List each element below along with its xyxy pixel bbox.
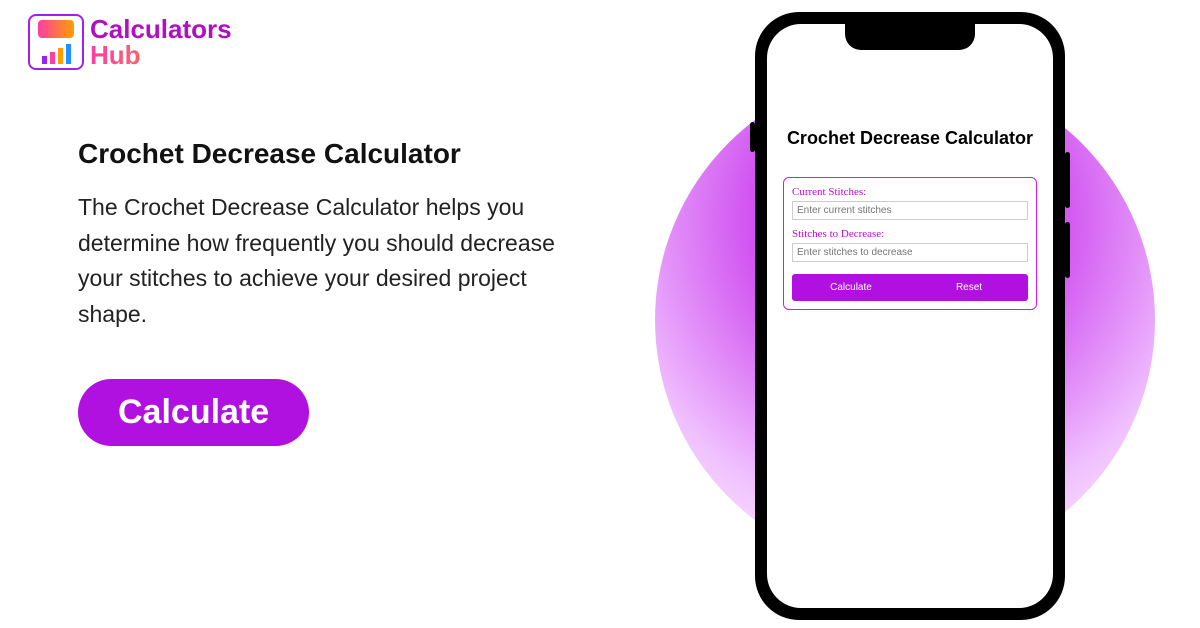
form-reset-button[interactable]: Reset	[910, 274, 1028, 301]
stitches-decrease-label: Stitches to Decrease:	[792, 228, 1028, 240]
logo-icon	[28, 14, 84, 70]
logo-line2: Hub	[90, 42, 232, 68]
form-button-row: Calculate Reset	[792, 274, 1028, 301]
app-title: Crochet Decrease Calculator	[783, 128, 1037, 149]
phone-mockup: Crochet Decrease Calculator Current Stit…	[755, 12, 1065, 620]
stitches-decrease-input[interactable]	[792, 243, 1028, 262]
phone-side-button	[750, 122, 755, 152]
phone-side-button	[1065, 222, 1070, 278]
main-content: Crochet Decrease Calculator The Crochet …	[78, 138, 598, 446]
current-stitches-label: Current Stitches:	[792, 186, 1028, 198]
brand-logo[interactable]: Calculators Hub	[28, 14, 232, 70]
form-calculate-button[interactable]: Calculate	[792, 274, 910, 301]
page-title: Crochet Decrease Calculator	[78, 138, 598, 170]
logo-line1: Calculators	[90, 16, 232, 42]
page-description: The Crochet Decrease Calculator helps yo…	[78, 190, 598, 333]
phone-side-button	[1065, 152, 1070, 208]
phone-notch	[845, 24, 975, 50]
logo-text: Calculators Hub	[90, 16, 232, 68]
calculator-form: Current Stitches: Stitches to Decrease: …	[783, 177, 1037, 310]
calculate-button[interactable]: Calculate	[78, 379, 309, 446]
current-stitches-input[interactable]	[792, 201, 1028, 220]
